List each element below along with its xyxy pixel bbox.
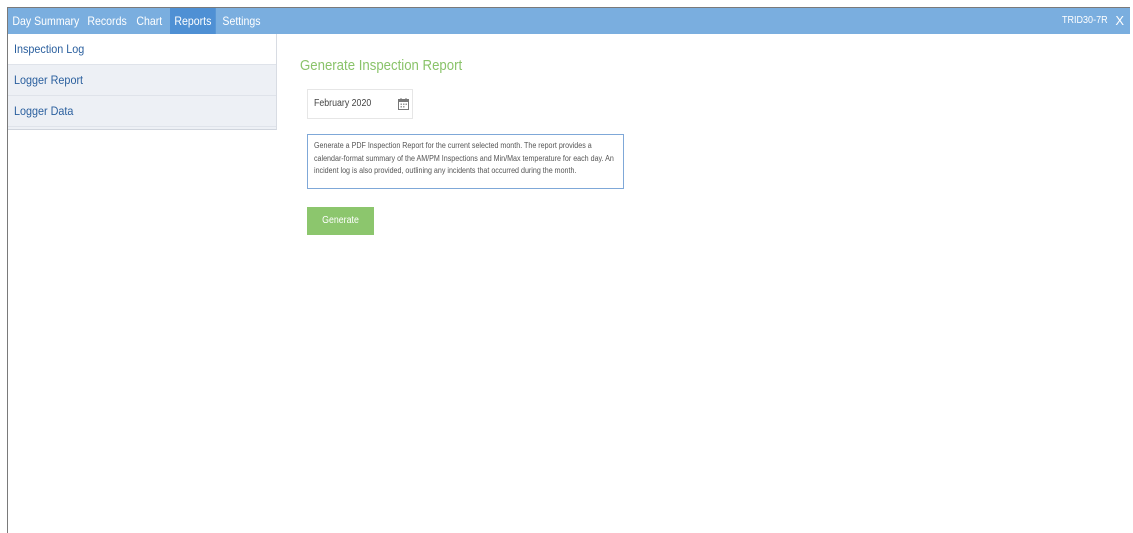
month-picker-value: February 2020 (314, 98, 372, 109)
tab-reports[interactable]: Reports (170, 8, 216, 34)
month-picker[interactable]: February 2020 (307, 89, 413, 119)
generate-report-button[interactable]: Generate Report (307, 207, 374, 254)
close-icon[interactable]: X (1115, 8, 1124, 34)
sidebar-item-logger-data[interactable]: Logger Data (8, 96, 276, 127)
report-description-box: Generate a PDF Inspection Report for the… (307, 134, 624, 189)
tab-day-summary[interactable]: Day Summary (8, 8, 84, 34)
report-description-text: Generate a PDF Inspection Report for the… (314, 141, 614, 175)
sidebar-item-label: Logger Report (14, 73, 84, 87)
sidebar-item-label: Inspection Log (14, 42, 85, 56)
app-window: Day Summary Records Chart Reports Settin… (7, 7, 1130, 533)
sidebar: Inspection Log Logger Report Logger Data (8, 34, 277, 130)
tab-records[interactable]: Records (83, 8, 131, 34)
sidebar-item-inspection-log[interactable]: Inspection Log (8, 34, 276, 65)
calendar-icon[interactable] (398, 98, 409, 110)
top-nav-bar: Day Summary Records Chart Reports Settin… (8, 8, 1130, 34)
page-title: Generate Inspection Report (300, 57, 463, 74)
tab-chart[interactable]: Chart (132, 8, 167, 34)
sidebar-item-label: Logger Data (14, 104, 74, 118)
tab-settings[interactable]: Settings (218, 8, 265, 34)
generate-report-label: Generate Report (322, 215, 359, 254)
device-id-label: TRID30-7R (1062, 15, 1108, 26)
sidebar-item-logger-report[interactable]: Logger Report (8, 65, 276, 96)
